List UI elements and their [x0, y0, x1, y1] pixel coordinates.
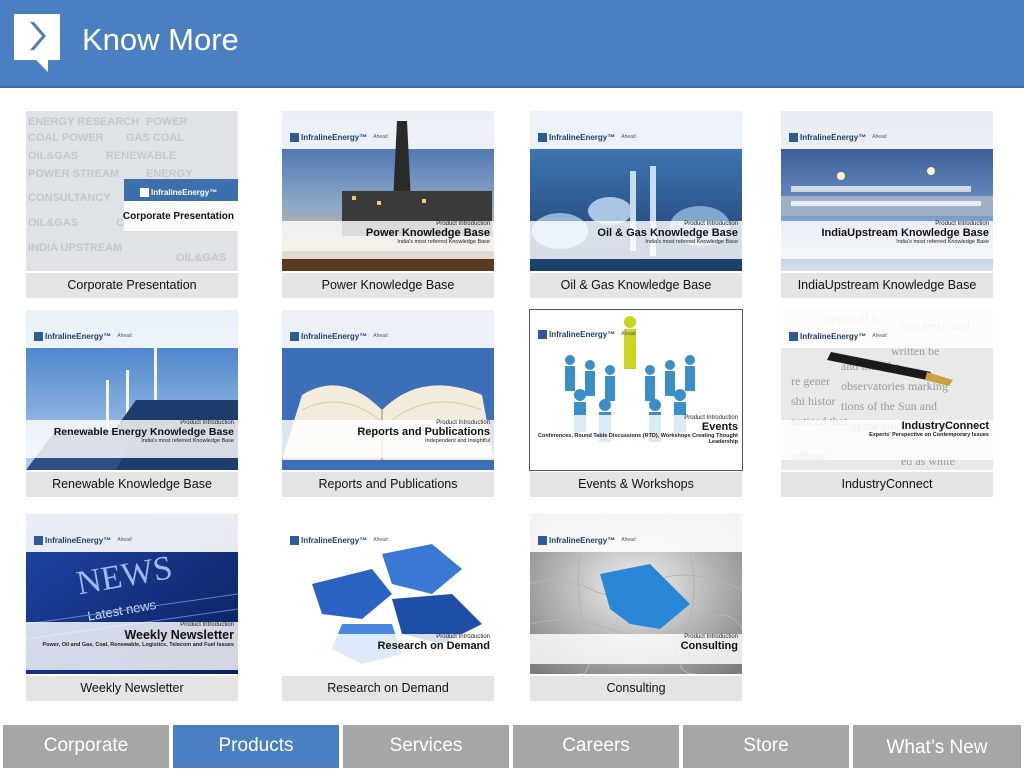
svg-text:POWER STREAM: POWER STREAM	[28, 168, 119, 180]
tile-renewable-knowledge-base[interactable]: InfralineEnergy™ Ahead Product Introduct…	[26, 310, 238, 497]
svg-text:RENEWABLE: RENEWABLE	[106, 150, 176, 162]
svg-text:OIL&GAS: OIL&GAS	[28, 150, 78, 162]
tile-thumbnail: InfralineEnergy™ Ahead Product Introduct…	[282, 310, 494, 470]
brand-chevron-icon	[538, 535, 547, 545]
svg-text:tions of the Sun and: tions of the Sun and	[841, 399, 937, 413]
brand-mark: InfralineEnergy™ Ahead	[789, 131, 887, 143]
tile-corporate-presentation[interactable]: ENERGY RESEARCH POWER COAL POWER GAS COA…	[26, 111, 238, 298]
svg-text:CONSULTANCY: CONSULTANCY	[28, 192, 111, 204]
brand-chevron-icon	[290, 535, 299, 545]
brand-chevron-icon	[290, 132, 299, 142]
brand-mark: InfralineEnergy™ Ahead	[538, 131, 636, 143]
svg-text:re gener: re gener	[791, 374, 830, 388]
nav-tab-services[interactable]: Services	[343, 725, 509, 768]
brand-chevron-icon	[538, 329, 547, 339]
tile-caption[interactable]: Weekly Newsletter	[26, 676, 238, 701]
tile-consulting[interactable]: InfralineEnergy™ Ahead Product Introduct…	[530, 514, 742, 701]
brand-chevron-icon	[538, 132, 547, 142]
svg-text:ENERGY: ENERGY	[146, 168, 193, 180]
svg-text:OIL&GAS: OIL&GAS	[176, 252, 226, 264]
tile-caption[interactable]: IndustryConnect	[781, 472, 993, 497]
brand-chevron-icon	[290, 331, 299, 341]
brand-mark: InfralineEnergy™ Ahead	[290, 330, 388, 342]
brand-mark: InfralineEnergy™ Ahead	[538, 328, 636, 340]
svg-text:GAS COAL: GAS COAL	[126, 132, 184, 144]
tile-caption[interactable]: Events & Workshops	[530, 472, 742, 497]
svg-text:ENERGY RESEARCH: ENERGY RESEARCH	[28, 116, 139, 128]
brand-chevron-icon	[789, 331, 798, 341]
tile-caption[interactable]: Corporate Presentation	[26, 273, 238, 298]
tile-reports-and-publications[interactable]: InfralineEnergy™ Ahead Product Introduct…	[282, 310, 494, 497]
svg-text:shi histor: shi histor	[791, 394, 835, 408]
brand-mark: InfralineEnergy™ Ahead	[34, 534, 132, 546]
brand-chevron-icon	[789, 132, 798, 142]
page-title: Know More	[82, 22, 239, 57]
brand-logo-icon[interactable]	[12, 12, 62, 74]
tile-caption[interactable]: IndiaUpstream Knowledge Base	[781, 273, 993, 298]
tile-thumbnail: InfralineEnergy™ Ahead Product Introduct…	[530, 514, 742, 674]
bottom-nav: Corporate Products Services Careers Stor…	[0, 725, 1024, 768]
brand-chevron-icon	[34, 331, 43, 341]
tile-thumbnail: NEWS Latest news InfralineEnergy™ Ahead …	[26, 514, 238, 674]
tile-industryconnect[interactable]: aspects of a low level until written be …	[781, 310, 993, 497]
nav-tab-whats-new[interactable]: What’s New	[853, 725, 1021, 768]
tile-caption[interactable]: Consulting	[530, 676, 742, 701]
brand-mark: InfralineEnergy™ Ahead	[789, 330, 887, 342]
svg-text:POWER: POWER	[146, 116, 188, 128]
tile-caption[interactable]: Oil & Gas Knowledge Base	[530, 273, 742, 298]
nav-tab-store[interactable]: Store	[683, 725, 849, 768]
nav-tab-products[interactable]: Products	[173, 725, 339, 768]
tile-caption[interactable]: Renewable Knowledge Base	[26, 472, 238, 497]
tile-oil-gas-knowledge-base[interactable]: InfralineEnergy™ Ahead Product Introduct…	[530, 111, 742, 298]
tile-thumbnail: aspects of a low level until written be …	[781, 310, 993, 470]
svg-text:COAL POWER: COAL POWER	[28, 132, 104, 144]
tile-thumbnail: InfralineEnergy™ Ahead Product Introduct…	[530, 111, 742, 271]
tile-thumbnail: InfralineEnergy™ Ahead Product Introduct…	[781, 111, 993, 271]
tile-thumbnail: InfralineEnergy™ Ahead Product Introduct…	[282, 111, 494, 271]
brand-mark: InfralineEnergy™	[140, 186, 217, 198]
brand-chevron-icon	[140, 187, 149, 197]
tile-caption[interactable]: Research on Demand	[282, 676, 494, 701]
nav-tab-careers[interactable]: Careers	[513, 725, 679, 768]
header-bar: Know More	[0, 0, 1024, 88]
nav-tab-corporate[interactable]: Corporate	[3, 725, 169, 768]
tile-weekly-newsletter[interactable]: NEWS Latest news InfralineEnergy™ Ahead …	[26, 514, 238, 701]
brand-mark: InfralineEnergy™ Ahead	[538, 534, 636, 546]
brand-mark: InfralineEnergy™ Ahead	[290, 131, 388, 143]
brand-mark: InfralineEnergy™ Ahead	[290, 534, 388, 546]
tile-events-workshops[interactable]: InfralineEnergy™ Ahead Product Introduct…	[529, 309, 743, 497]
tile-thumbnail: ENERGY RESEARCH POWER COAL POWER GAS COA…	[26, 111, 238, 271]
brand-chevron-icon	[34, 535, 43, 545]
tile-power-knowledge-base[interactable]: InfralineEnergy™ Ahead Product Introduct…	[282, 111, 494, 298]
svg-text:OIL&GAS: OIL&GAS	[28, 217, 78, 229]
tile-thumbnail: InfralineEnergy™ Ahead Product Introduct…	[26, 310, 238, 470]
tile-indiaupstream-knowledge-base[interactable]: InfralineEnergy™ Ahead Product Introduct…	[781, 111, 993, 298]
brand-mark: InfralineEnergy™ Ahead	[34, 330, 132, 342]
svg-text:INDIA UPSTREAM: INDIA UPSTREAM	[28, 242, 122, 254]
tile-caption[interactable]: Reports and Publications	[282, 472, 494, 497]
tile-thumbnail: InfralineEnergy™ Ahead Product Introduct…	[282, 514, 494, 674]
tile-research-on-demand[interactable]: InfralineEnergy™ Ahead Product Introduct…	[282, 514, 494, 701]
tile-caption[interactable]: Power Knowledge Base	[282, 273, 494, 298]
tile-thumbnail: InfralineEnergy™ Ahead Product Introduct…	[529, 309, 743, 471]
